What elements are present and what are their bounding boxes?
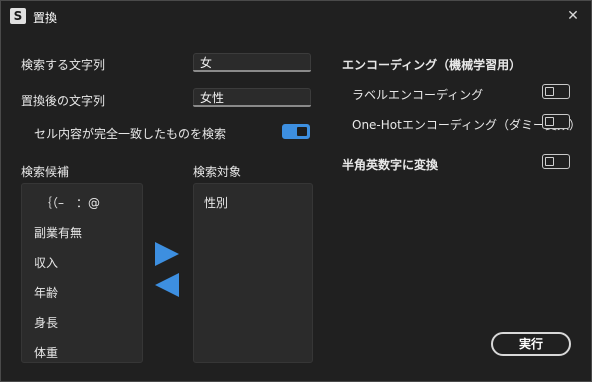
- targets-label: 検索対象: [193, 165, 242, 179]
- replace-input-underline: [193, 105, 311, 107]
- list-item[interactable]: 副業有無: [34, 224, 82, 241]
- search-label: 検索する文字列: [21, 58, 106, 72]
- execute-button[interactable]: 実行: [491, 332, 571, 356]
- toggle-knob: [545, 87, 554, 96]
- list-item[interactable]: 体重: [34, 344, 58, 361]
- replace-label: 置換後の文字列: [21, 94, 106, 108]
- toggle-knob: [297, 127, 307, 136]
- match-whole-label: セル内容が完全一致したものを検索: [34, 127, 227, 141]
- list-item[interactable]: 収入: [34, 254, 58, 271]
- halfwidth-label: 半角英数字に変換: [342, 158, 439, 172]
- arrow-right-icon[interactable]: [155, 242, 179, 266]
- toggle-knob: [545, 117, 554, 126]
- candidates-list[interactable]: ｛（– ：@ 副業有無 収入 年齢 身長 体重: [21, 183, 143, 363]
- list-item[interactable]: 性別: [204, 194, 228, 211]
- window-title: 置換: [33, 11, 58, 25]
- list-item[interactable]: 年齢: [34, 284, 58, 301]
- candidates-label: 検索候補: [21, 165, 70, 179]
- halfwidth-toggle[interactable]: [542, 154, 570, 169]
- close-icon[interactable]: ✕: [561, 5, 585, 27]
- list-item[interactable]: 身長: [34, 314, 58, 331]
- encoding-heading: エンコーディング（機械学習用）: [342, 58, 522, 72]
- label-encoding-label: ラベルエンコーディング: [352, 88, 484, 102]
- replace-dialog: S 置換 ✕ 検索する文字列 置換後の文字列 セル内容が完全一致したものを検索 …: [0, 0, 592, 382]
- title-bar: S 置換 ✕: [1, 1, 591, 31]
- app-icon: S: [10, 8, 26, 24]
- match-whole-toggle[interactable]: [282, 124, 310, 139]
- targets-list[interactable]: 性別: [193, 183, 313, 363]
- label-encoding-toggle[interactable]: [542, 84, 570, 99]
- list-item[interactable]: ｛（– ：@: [40, 194, 100, 211]
- arrow-left-icon[interactable]: [155, 273, 179, 297]
- onehot-toggle[interactable]: [542, 114, 570, 129]
- toggle-knob: [545, 157, 554, 166]
- search-input-underline: [193, 70, 311, 72]
